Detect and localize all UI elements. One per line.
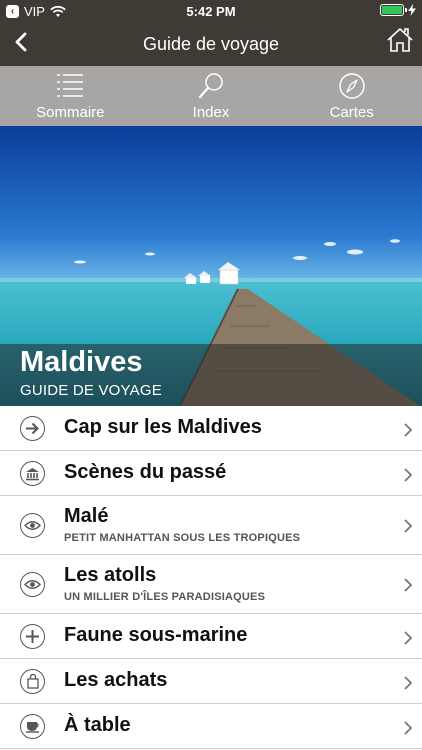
- tab-index-label: Index: [192, 104, 230, 121]
- home-icon[interactable]: [386, 26, 414, 54]
- hero-caption: Maldives GUIDE DE VOYAGE: [0, 344, 422, 406]
- chevron-right-icon: [404, 468, 413, 482]
- section-tabs: Sommaire Index Cartes: [0, 66, 422, 126]
- chevron-right-icon: [404, 631, 413, 645]
- chapter-list: Cap sur les Maldives Scènes du passé Mal…: [0, 406, 422, 749]
- chevron-right-icon: [404, 519, 413, 533]
- list-item-scenes-du-passe[interactable]: Scènes du passé: [0, 451, 422, 496]
- tab-cartes[interactable]: Cartes: [281, 66, 422, 126]
- list-item-subtitle: UN MILLIER D'ÎLES PARADISIAQUES: [64, 591, 266, 603]
- coffee-cup-icon: [20, 714, 45, 739]
- shopping-bag-icon: [20, 669, 45, 694]
- status-bar: ‹ VIP 5:42 PM: [0, 0, 422, 22]
- museum-icon: [20, 461, 45, 486]
- list-item-label: À table: [64, 714, 131, 736]
- list-item-cap-sur-les-maldives[interactable]: Cap sur les Maldives: [0, 406, 422, 451]
- list-item-label: Malé: [64, 505, 109, 527]
- chevron-right-icon: [404, 721, 413, 735]
- battery-icon: [380, 4, 407, 16]
- status-right: [380, 4, 416, 16]
- charging-bolt-icon: [408, 4, 416, 16]
- tab-sommaire[interactable]: Sommaire: [0, 66, 141, 126]
- page-title: Guide de voyage: [142, 34, 280, 54]
- magnifier-icon: [198, 73, 223, 99]
- list-item-faune-sous-marine[interactable]: Faune sous-marine: [0, 614, 422, 659]
- chevron-right-icon: [404, 423, 413, 437]
- list-item-a-table[interactable]: À table: [0, 704, 422, 749]
- status-time: 5:42 PM: [186, 4, 236, 19]
- arrow-right-icon: [20, 416, 45, 441]
- tab-index[interactable]: Index: [141, 66, 282, 126]
- guide-subtitle: GUIDE DE VOYAGE: [20, 382, 162, 399]
- top-bar: ‹ VIP 5:42 PM Guide de voyage: [0, 0, 422, 66]
- tab-sommaire-label: Sommaire: [36, 104, 105, 121]
- chevron-right-icon: [404, 578, 413, 592]
- list-item-les-achats[interactable]: Les achats: [0, 659, 422, 704]
- chevron-right-icon: [404, 676, 413, 690]
- list-item-label: Les achats: [64, 669, 168, 691]
- eye-icon: [20, 513, 45, 538]
- list-item-label: Les atolls: [64, 564, 157, 586]
- list-icon: [57, 74, 84, 97]
- tab-cartes-label: Cartes: [329, 104, 374, 121]
- list-item-label: Scènes du passé: [64, 461, 227, 483]
- hero-banner[interactable]: Maldives GUIDE DE VOYAGE: [0, 126, 422, 406]
- compass-icon: [338, 73, 365, 99]
- navigation-bar: Guide de voyage: [0, 22, 422, 66]
- plus-icon: [20, 624, 45, 649]
- list-item-les-atolls[interactable]: Les atolls UN MILLIER D'ÎLES PARADISIAQU…: [0, 555, 422, 614]
- guide-title: Maldives: [20, 346, 143, 378]
- list-item-label: Faune sous-marine: [64, 624, 248, 646]
- list-item-male[interactable]: Malé PETIT MANHATTAN SOUS LES TROPIQUES: [0, 496, 422, 555]
- list-item-subtitle: PETIT MANHATTAN SOUS LES TROPIQUES: [64, 532, 301, 544]
- list-item-label: Cap sur les Maldives: [64, 416, 262, 438]
- eye-icon: [20, 572, 45, 597]
